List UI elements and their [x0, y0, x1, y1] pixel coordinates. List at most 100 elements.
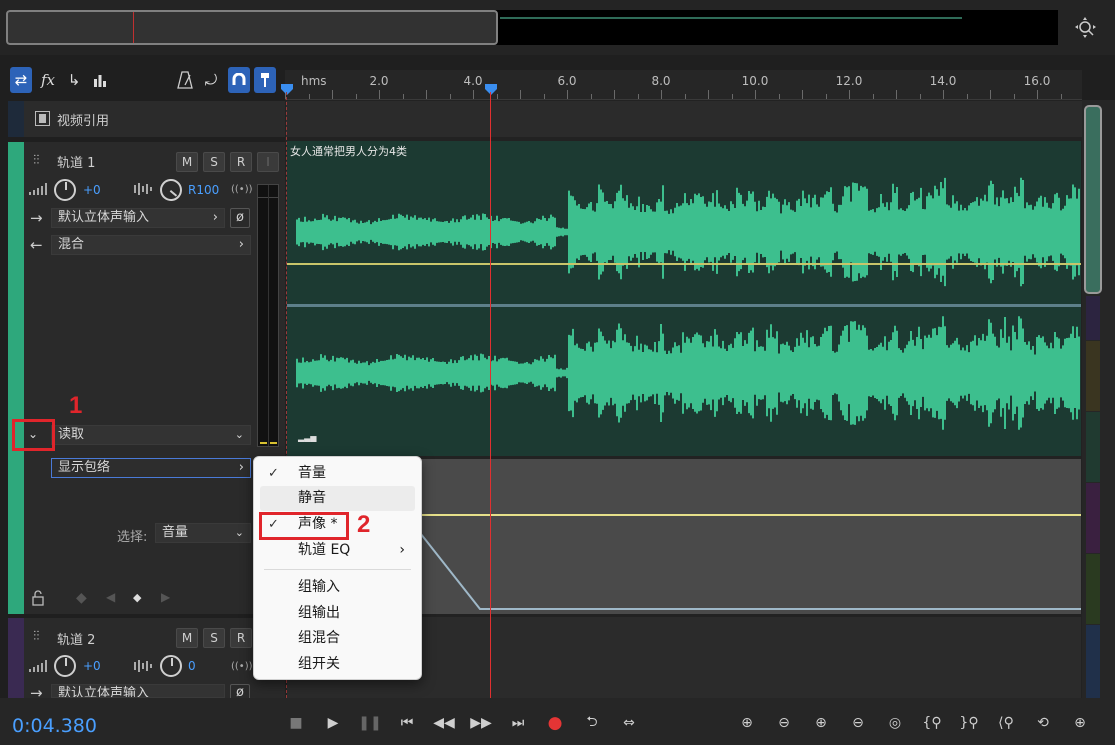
- ruler-tick: [332, 90, 333, 99]
- chevron-right-icon: ›: [399, 542, 405, 558]
- track1-volume-value[interactable]: +0: [83, 183, 101, 197]
- sends-icon[interactable]: ↳: [63, 67, 85, 93]
- track1-mute-button[interactable]: M: [176, 152, 198, 172]
- go-to-end-button[interactable]: ⏭: [506, 712, 530, 734]
- track2-volume-value[interactable]: +0: [83, 659, 101, 673]
- track1-record-button[interactable]: R: [230, 152, 252, 172]
- zoom-navigator-icon[interactable]: [1075, 17, 1097, 39]
- video-track-color: [8, 101, 24, 137]
- envelope-select-dropdown[interactable]: 音量 ⌄: [155, 523, 251, 543]
- track2-record-button[interactable]: R: [230, 628, 252, 648]
- play-button[interactable]: ▶: [321, 712, 345, 734]
- rewind-button[interactable]: ◀◀: [432, 712, 456, 734]
- track2-color-strip: [8, 618, 24, 698]
- chevron-right-icon: ›: [238, 237, 244, 252]
- overview-visible-window[interactable]: [6, 10, 498, 45]
- menu-item-volume[interactable]: ✓ 音量: [254, 461, 421, 486]
- ruler-unit: hms: [301, 74, 327, 88]
- track1-monitor-input-button[interactable]: I: [257, 152, 279, 172]
- track1-solo-button[interactable]: S: [203, 152, 225, 172]
- menu-item-group-output[interactable]: 组输出: [254, 601, 421, 626]
- annotation-number-2: 2: [357, 511, 371, 538]
- zoom-in-time-icon[interactable]: ⊕: [809, 712, 833, 734]
- snap-magnet-icon[interactable]: [228, 67, 250, 93]
- lock-envelope-icon[interactable]: [30, 589, 48, 607]
- record-button[interactable]: ●: [543, 712, 567, 734]
- zoom-in-amplitude-icon[interactable]: ⊕: [735, 712, 759, 734]
- track2-volume-knob[interactable]: [54, 655, 76, 677]
- vertical-scrollbar[interactable]: [1082, 100, 1115, 698]
- zoom-selection-out-icon[interactable]: }⚲: [957, 712, 981, 734]
- pause-button[interactable]: ❚❚: [358, 712, 382, 734]
- automation-mode-select[interactable]: 读取 ⌄: [51, 425, 251, 445]
- ruler-tick: [731, 94, 733, 99]
- zoom-selection-icon[interactable]: ⟨⚲: [994, 712, 1018, 734]
- time-ruler[interactable]: 2.0 4.0 6.0 8.0 10.0 12.0 14.0 16.0: [285, 70, 1082, 100]
- zoom-out-amplitude-icon[interactable]: ⊖: [772, 712, 796, 734]
- io-toggle-icon[interactable]: ⇄: [10, 67, 32, 93]
- automation-mode-label: 读取: [58, 427, 85, 442]
- track1-input-select[interactable]: 默认立体声输入 ›: [51, 208, 225, 228]
- phase-invert-icon[interactable]: ø: [230, 208, 250, 228]
- track2-solo-button[interactable]: S: [203, 628, 225, 648]
- ruler-tick: [449, 94, 451, 99]
- track1-pan-value[interactable]: R100: [188, 183, 219, 197]
- track2-input-select[interactable]: 默认立体声输入: [51, 684, 225, 698]
- next-keyframe-icon[interactable]: ▶: [161, 590, 170, 604]
- time-display[interactable]: 0:04.380: [12, 715, 97, 737]
- volume-icon: [29, 183, 47, 195]
- stop-button[interactable]: ■: [284, 712, 308, 734]
- loop-button[interactable]: ⮌: [580, 712, 604, 734]
- ruler-tick: [473, 90, 474, 99]
- metronome-icon[interactable]: [174, 67, 196, 93]
- go-to-start-button[interactable]: ⏮: [395, 712, 419, 734]
- track2-pan-knob[interactable]: [160, 655, 182, 677]
- zoom-to-playhead-icon[interactable]: ⟲: [1031, 712, 1055, 734]
- ruler-tick-label: 10.0: [741, 74, 769, 88]
- track2-mute-button[interactable]: M: [176, 628, 198, 648]
- playhead[interactable]: [490, 92, 491, 698]
- eq-bars-icon[interactable]: [89, 67, 111, 93]
- track1-volume-knob[interactable]: [54, 179, 76, 201]
- playhead-handle-icon[interactable]: [485, 84, 497, 96]
- menu-item-group-input[interactable]: 组输入: [254, 575, 421, 600]
- fast-forward-button[interactable]: ▶▶: [469, 712, 493, 734]
- clip-level-icon: ▂▃▅: [298, 433, 317, 442]
- ruler-tick: [1013, 94, 1015, 99]
- eraser-icon[interactable]: ◆: [76, 590, 87, 606]
- loop-record-icon[interactable]: ⤾: [200, 67, 222, 93]
- marker-pin-icon[interactable]: [254, 67, 276, 93]
- phase-invert-icon[interactable]: ø: [230, 684, 250, 698]
- menu-item-track-eq[interactable]: 轨道 EQ ›: [254, 538, 421, 563]
- fx-icon[interactable]: fx: [37, 67, 59, 93]
- waveform-track-icon: ⫶⫶: [33, 153, 40, 168]
- track2-pan-value[interactable]: 0: [188, 659, 196, 673]
- broadcast-icon[interactable]: ((•)): [231, 661, 253, 672]
- clip-title[interactable]: 女人通常把男人分为4类: [290, 143, 407, 159]
- clip-volume-line[interactable]: [287, 263, 1081, 265]
- zoom-selection-in-icon[interactable]: {⚲: [920, 712, 944, 734]
- zoom-out-time-icon[interactable]: ⊖: [846, 712, 870, 734]
- add-keyframe-icon[interactable]: ◆: [133, 591, 141, 604]
- zoom-out-full-icon[interactable]: ◎: [883, 712, 907, 734]
- start-marker-icon[interactable]: [281, 84, 293, 96]
- audio-clip[interactable]: [287, 141, 1081, 456]
- video-lane[interactable]: [286, 101, 1082, 137]
- show-envelopes-menu-button[interactable]: 显示包络 ›: [51, 458, 251, 478]
- video-track-label: 视频引用: [57, 114, 110, 129]
- track1-name[interactable]: 轨道 1: [57, 152, 95, 171]
- broadcast-icon[interactable]: ((•)): [231, 184, 253, 195]
- ruler-tick: [966, 94, 968, 99]
- menu-item-group-switch[interactable]: 组开关: [254, 652, 421, 677]
- track1-output-select[interactable]: 混合 ›: [51, 235, 251, 255]
- skip-selection-button[interactable]: ⇔: [617, 712, 641, 734]
- menu-item-mute[interactable]: 静音: [260, 486, 415, 511]
- prev-keyframe-icon[interactable]: ◀: [106, 590, 115, 604]
- menu-item-group-mix[interactable]: 组混合: [254, 626, 421, 651]
- zoom-tracks-icon[interactable]: ⊕: [1068, 712, 1092, 734]
- track1-input-label: 默认立体声输入: [58, 210, 150, 225]
- track2-name[interactable]: 轨道 2: [57, 629, 95, 648]
- overview-waveform-line-right: [500, 17, 962, 19]
- ruler-tick: [543, 94, 545, 99]
- ruler-tick: [1060, 94, 1062, 99]
